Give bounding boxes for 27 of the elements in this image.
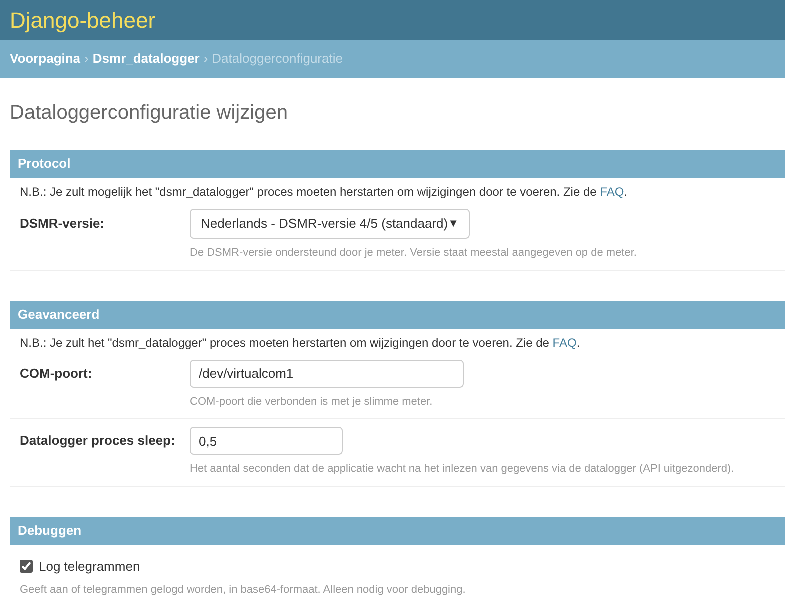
breadcrumb-separator: › [204, 50, 208, 68]
fieldset-header: Geavanceerd [10, 300, 785, 328]
input-field[interactable]: /dev/virtualcom1 [190, 360, 464, 388]
field-label: Datalogger proces sleep: [20, 432, 176, 450]
note-text: N.B.: Je zult mogelijk het "dsmr_datalogger" proces moeten herstarten om wijzigingen door te voeren. Zie de FAQ. [19, 184, 629, 201]
fieldset-header: Debuggen [10, 516, 785, 544]
help-text: COM-poort die verbonden is met je slimme meter. [190, 394, 434, 410]
field-label: COM-poort: [20, 364, 94, 383]
input-field[interactable]: 0,5 [190, 427, 343, 455]
help-text: Geeft aan of telegrammen gelogd worden, in base64-formaat. Alleen nodig voor debugging. [20, 583, 467, 598]
field-label: DSMR-versie: [20, 215, 106, 234]
help-text: De DSMR-versie ondersteund door je meter. Versie staat meestal aangegeven op de meter. [190, 246, 638, 261]
checkbox[interactable] [20, 560, 33, 573]
help-text: Het aantal seconden dat de applicatie wacht na het inlezen van gegevens via de datalogger (API uitgezonderd). [190, 462, 736, 477]
note-text: N.B.: Je zult het "dsmr_datalogger" proces moeten herstarten om wijzigingen door te voeren. Zie de FAQ. [19, 334, 582, 352]
faq-link[interactable]: FAQ [600, 185, 624, 199]
checkbox-label: Log telegrammen [39, 558, 140, 576]
dropdown-arrow-icon: ▼ [448, 216, 459, 232]
fieldset-header: Protocol [10, 150, 785, 178]
breadcrumb-current: Dataloggerconfiguratie [212, 50, 343, 68]
site-title[interactable]: Django-beheer [10, 4, 156, 36]
faq-link[interactable]: FAQ [552, 336, 577, 350]
breadcrumb-separator: › [84, 50, 89, 68]
breadcrumb-link[interactable]: Voorpagina [10, 49, 81, 69]
version-select[interactable]: Nederlands - DSMR-versie 4/5 (standaard)▼ [190, 209, 470, 239]
page-heading: Dataloggerconfiguratie wijzigen [10, 101, 289, 126]
breadcrumb-link[interactable]: Dsmr_datalogger [92, 49, 200, 69]
